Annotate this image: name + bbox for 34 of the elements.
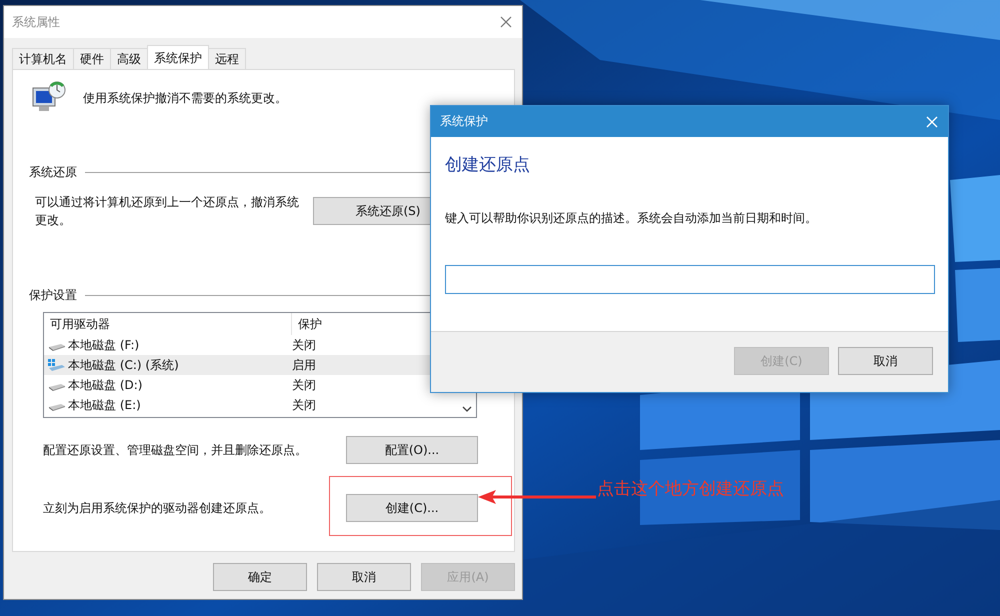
dialog-button[interactable]: 取消	[838, 347, 933, 375]
section-heading: 保护设置	[29, 287, 77, 304]
arrow-icon	[478, 489, 596, 505]
configure-description: 配置还原设置、管理磁盘空间，并且删除还原点。	[43, 442, 307, 458]
drive-row[interactable]: 本地磁盘 (E:) 关闭	[44, 395, 476, 415]
system-drive-icon	[48, 359, 65, 371]
column-header[interactable]: 可用驱动器	[44, 313, 292, 335]
dialog-button[interactable]: 确定	[213, 563, 307, 591]
tab[interactable]: 计算机名	[12, 48, 74, 69]
protection-status: 关闭	[291, 376, 316, 394]
protection-status: 关闭	[291, 396, 316, 414]
drive-name: 本地磁盘 (D:)	[68, 376, 142, 394]
restore-description: 可以通过将计算机还原到上一个还原点，撤消系统更改。	[35, 194, 300, 229]
column-header[interactable]: 保护	[292, 316, 322, 332]
dialog-title: 系统保护	[440, 113, 488, 130]
section-heading: 系统还原	[29, 164, 77, 181]
intro-text: 使用系统保护撤消不需要的系统更改。	[83, 90, 287, 106]
drive-name: 本地磁盘 (F:)	[68, 336, 140, 354]
create-description: 立刻为启用系统保护的驱动器创建还原点。	[43, 500, 271, 516]
window-title: 系统属性	[12, 14, 60, 30]
chevron-down-icon[interactable]	[462, 406, 472, 413]
tab[interactable]: 系统保护	[147, 45, 209, 69]
protection-status: 关闭	[291, 336, 316, 354]
protection-status: 启用	[291, 356, 316, 374]
dialog-heading: 创建还原点	[445, 154, 531, 176]
drive-name: 本地磁盘 (C:) (系统)	[68, 356, 179, 374]
configure-button[interactable]: 配置(O)...	[346, 436, 478, 464]
dialog-button[interactable]: 取消	[317, 563, 411, 591]
annotation-text: 点击这个地方创建还原点	[597, 478, 784, 500]
close-icon[interactable]	[500, 16, 512, 28]
drive-name: 本地磁盘 (E:)	[68, 396, 141, 414]
description-field[interactable]	[445, 265, 935, 294]
tab[interactable]: 远程	[208, 48, 246, 69]
create-button[interactable]: 创建(C)...	[346, 494, 478, 522]
